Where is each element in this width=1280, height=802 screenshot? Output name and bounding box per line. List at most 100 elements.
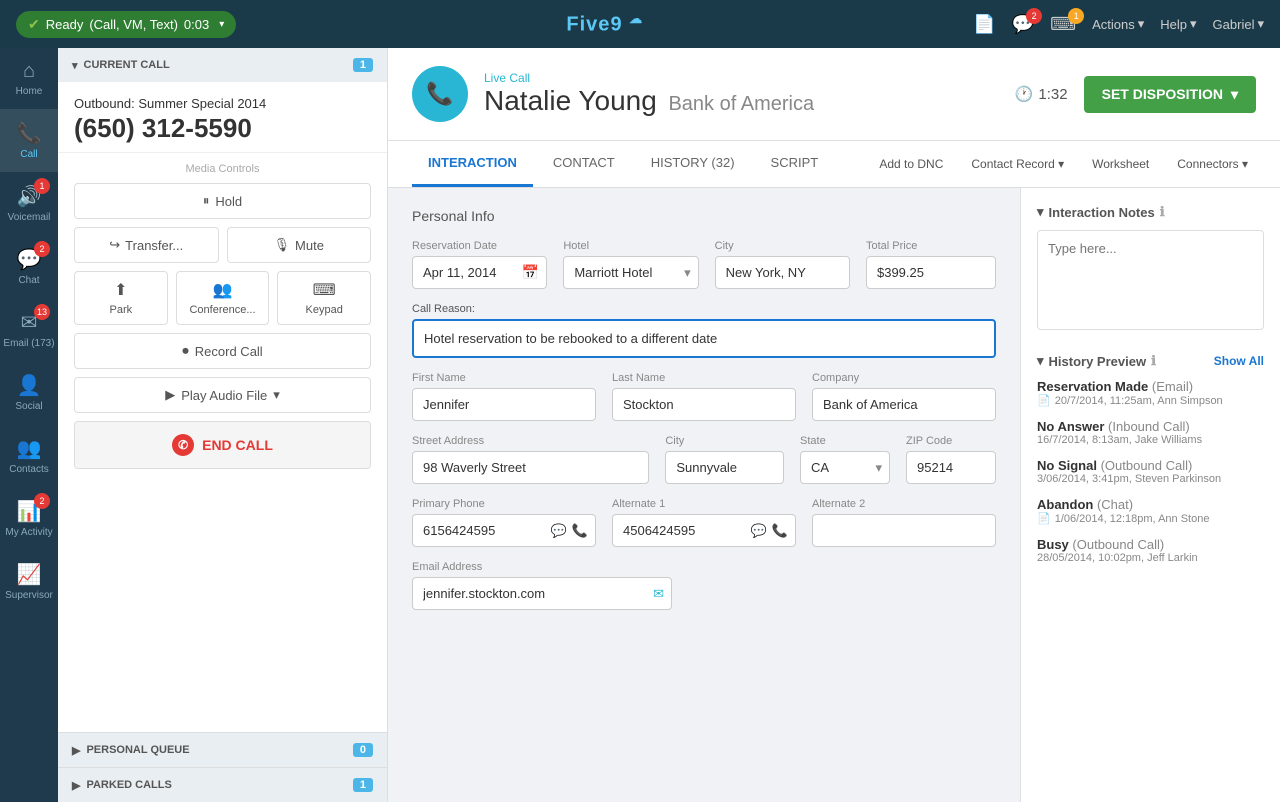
tab-script[interactable]: SCRIPT bbox=[755, 141, 835, 187]
history-item-meta: 📄 1/06/2014, 12:18pm, Ann Stone bbox=[1037, 512, 1264, 525]
tab-interaction[interactable]: INTERACTION bbox=[412, 141, 533, 187]
chat-alt1-icon[interactable]: 💬 bbox=[751, 523, 767, 539]
chevron-down-icon: ▾ bbox=[219, 19, 224, 30]
current-call-header[interactable]: ▾ CURRENT CALL 1 bbox=[58, 48, 387, 82]
top-nav-left: ✔ Ready (Call, VM, Text) 0:03 ▾ bbox=[16, 11, 236, 38]
ready-status: Ready bbox=[46, 17, 84, 32]
record-icon: ⏺ bbox=[182, 343, 189, 359]
show-all-link[interactable]: Show All bbox=[1214, 354, 1264, 368]
hold-button[interactable]: ⏸ Hold bbox=[74, 183, 371, 219]
outbound-label: Outbound: bbox=[74, 96, 135, 111]
keyboard-nav-btn[interactable]: ⌨ 1 bbox=[1050, 14, 1076, 35]
conference-button[interactable]: 👥 Conference... bbox=[176, 271, 270, 325]
icon-sidebar: ⌂ Home 📞 Call 🔊 Voicemail 1 💬 Chat 2 ✉ E… bbox=[0, 48, 58, 802]
help-nav-btn[interactable]: Help ▾ bbox=[1160, 16, 1196, 32]
sidebar-item-voicemail[interactable]: 🔊 Voicemail 1 bbox=[0, 172, 58, 235]
history-preview-label: History Preview bbox=[1049, 354, 1147, 369]
caller-name-company: Natalie Young Bank of America bbox=[484, 85, 814, 117]
total-price-label: Total Price bbox=[866, 240, 996, 252]
sidebar-item-contacts[interactable]: 👥 Contacts bbox=[0, 424, 58, 487]
call-panel: ▾ CURRENT CALL 1 Outbound: Summer Specia… bbox=[58, 48, 388, 802]
notes-info-icon: ℹ bbox=[1160, 204, 1165, 220]
sidebar-item-my-activity[interactable]: 📊 My Activity 2 bbox=[0, 487, 58, 550]
hotel-select[interactable]: Marriott Hotel Hilton Hotel Hyatt Hotel bbox=[563, 256, 698, 289]
alt1-label: Alternate 1 bbox=[612, 498, 796, 510]
ready-badge[interactable]: ✔ Ready (Call, VM, Text) 0:03 ▾ bbox=[16, 11, 236, 38]
sidebar-item-home[interactable]: ⌂ Home bbox=[0, 48, 58, 109]
worksheet-button[interactable]: Worksheet bbox=[1084, 151, 1157, 177]
call-type-label: Live Call bbox=[484, 71, 814, 85]
history-preview-section: ▾ History Preview ℹ Show All Reservation… bbox=[1037, 353, 1264, 576]
history-item-meta: 16/7/2014, 8:13am, Jake Williams bbox=[1037, 434, 1264, 446]
city-input[interactable] bbox=[715, 256, 850, 289]
company-input[interactable] bbox=[812, 388, 996, 421]
first-name-input[interactable] bbox=[412, 388, 596, 421]
sidebar-item-call[interactable]: 📞 Call bbox=[0, 109, 58, 172]
sidebar-item-activity-label: My Activity bbox=[5, 527, 52, 538]
email-input[interactable] bbox=[412, 577, 672, 610]
actions-label: Actions bbox=[1092, 17, 1135, 32]
chat-phone-icon[interactable]: 💬 bbox=[551, 523, 567, 539]
sidebar-item-chat[interactable]: 💬 Chat 2 bbox=[0, 235, 58, 298]
sidebar-item-social[interactable]: 👤 Social bbox=[0, 361, 58, 424]
total-price-input[interactable] bbox=[866, 256, 996, 289]
sidebar-item-contacts-label: Contacts bbox=[9, 464, 48, 475]
sidebar-item-supervisor[interactable]: 📈 Supervisor bbox=[0, 550, 58, 613]
call-reason-group: Call Reason: bbox=[412, 303, 996, 358]
main-layout: ⌂ Home 📞 Call 🔊 Voicemail 1 💬 Chat 2 ✉ E… bbox=[0, 48, 1280, 802]
park-button[interactable]: ⬆ Park bbox=[74, 271, 168, 325]
contact-record-button[interactable]: Contact Record bbox=[963, 151, 1072, 177]
call-reason-input[interactable] bbox=[412, 319, 996, 358]
zip-label: ZIP Code bbox=[906, 435, 996, 447]
sidebar-item-email-label: Email (173) bbox=[3, 338, 54, 349]
keypad-button[interactable]: ⌨ Keypad bbox=[277, 271, 371, 325]
alt2-phone-input[interactable] bbox=[812, 514, 996, 547]
tab-contact[interactable]: CONTACT bbox=[537, 141, 631, 187]
park-conference-keypad-row: ⬆ Park 👥 Conference... ⌨ Keypad bbox=[74, 271, 371, 325]
personal-queue-header[interactable]: ▶ PERSONAL QUEUE 0 bbox=[58, 733, 387, 767]
address-city-input[interactable] bbox=[665, 451, 784, 484]
user-label: Gabriel bbox=[1213, 17, 1255, 32]
personal-queue-section: ▶ PERSONAL QUEUE 0 bbox=[58, 732, 387, 767]
doc-icon: 📄 bbox=[1037, 512, 1051, 525]
chat-nav-btn[interactable]: 💬 2 bbox=[1012, 14, 1034, 35]
user-chevron-icon: ▾ bbox=[1257, 16, 1264, 32]
mute-button[interactable]: 🎙 Mute bbox=[227, 227, 372, 263]
personal-queue-count: 0 bbox=[353, 743, 373, 757]
call-alt1-icon[interactable]: 📞 bbox=[772, 523, 788, 539]
street-address-input[interactable] bbox=[412, 451, 649, 484]
sidebar-item-call-label: Call bbox=[20, 149, 37, 160]
interaction-notes-textarea[interactable] bbox=[1037, 230, 1264, 330]
parked-calls-section: ▶ PARKED CALLS 1 bbox=[58, 767, 387, 802]
calendar-icon: 📅 bbox=[522, 264, 539, 281]
email-group: Email Address ✉ bbox=[412, 561, 672, 610]
primary-phone-label: Primary Phone bbox=[412, 498, 596, 510]
top-nav-center: Five9 ☁ bbox=[566, 11, 643, 37]
alt1-phone-icons: 💬 📞 bbox=[751, 523, 788, 539]
caller-info: Live Call Natalie Young Bank of America bbox=[484, 71, 814, 117]
connectors-button[interactable]: Connectors bbox=[1169, 151, 1256, 177]
last-name-input[interactable] bbox=[612, 388, 796, 421]
sidebar-item-email[interactable]: ✉ Email (173) 13 bbox=[0, 298, 58, 361]
zip-input[interactable] bbox=[906, 451, 996, 484]
end-call-button[interactable]: ✆ END CALL bbox=[74, 421, 371, 469]
last-name-label: Last Name bbox=[612, 372, 796, 384]
form-area: Personal Info Reservation Date 📅 Hotel bbox=[388, 188, 1020, 802]
set-disposition-button[interactable]: SET DISPOSITION ▾ bbox=[1084, 76, 1256, 113]
call-phone-icon[interactable]: 📞 bbox=[572, 523, 588, 539]
parked-calls-header[interactable]: ▶ PARKED CALLS 1 bbox=[58, 768, 387, 802]
park-label: Park bbox=[110, 304, 133, 316]
document-nav-btn[interactable]: 📄 bbox=[973, 14, 995, 35]
play-audio-button[interactable]: ▶ Play Audio File ▾ bbox=[74, 377, 371, 413]
state-select[interactable]: CA NY TX FL bbox=[800, 451, 890, 484]
end-call-label: END CALL bbox=[202, 437, 273, 453]
company-label: Company bbox=[812, 372, 996, 384]
social-icon: 👤 bbox=[17, 373, 42, 398]
primary-phone-wrapper: 💬 📞 bbox=[412, 514, 596, 547]
actions-nav-btn[interactable]: Actions ▾ bbox=[1092, 16, 1144, 32]
tab-history[interactable]: HISTORY (32) bbox=[635, 141, 751, 187]
record-call-button[interactable]: ⏺ Record Call bbox=[74, 333, 371, 369]
transfer-button[interactable]: ↪ Transfer... bbox=[74, 227, 219, 263]
user-nav-btn[interactable]: Gabriel ▾ bbox=[1213, 16, 1264, 32]
add-to-dnc-button[interactable]: Add to DNC bbox=[871, 151, 951, 177]
